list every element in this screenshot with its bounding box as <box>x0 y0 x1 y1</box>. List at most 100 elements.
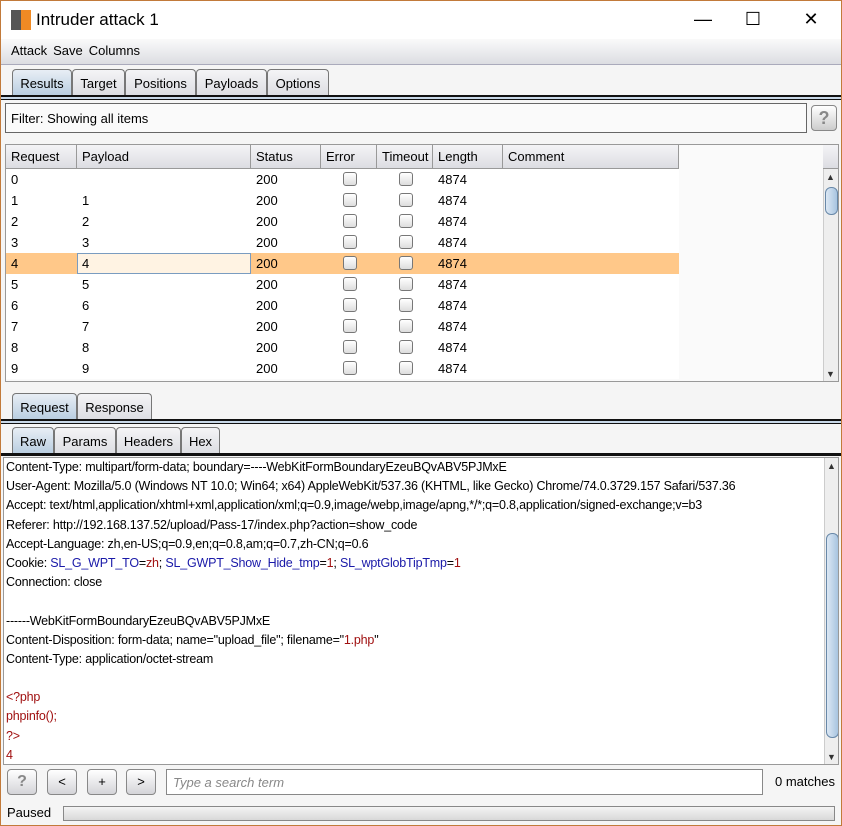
tab-params[interactable]: Params <box>54 427 116 454</box>
checkbox-error <box>343 277 357 291</box>
tab-target[interactable]: Target <box>72 69 125 96</box>
request-line: User-Agent: Mozilla/5.0 (Windows NT 10.0… <box>4 477 838 496</box>
table-row[interactable]: 5 5 200 4874 <box>6 274 679 295</box>
checkbox-timeout <box>399 214 413 228</box>
cell-request: 0 <box>11 172 19 187</box>
search-prev-button[interactable]: < <box>47 769 77 795</box>
table-row[interactable]: 8 8 200 4874 <box>6 337 679 358</box>
search-help-button[interactable]: ? <box>7 769 37 795</box>
tab-request[interactable]: Request <box>12 393 77 420</box>
cell-comment <box>503 253 679 274</box>
request-line: 4 <box>4 746 838 764</box>
tab-hex[interactable]: Hex <box>181 427 220 454</box>
col-comment[interactable]: Comment <box>503 145 679 169</box>
cell-payload <box>77 169 251 190</box>
cell-comment <box>503 316 679 337</box>
editor-scrollbar[interactable]: ▲ ▼ <box>824 458 838 764</box>
scroll-down-icon[interactable]: ▼ <box>827 752 836 762</box>
table-row[interactable]: 2 2 200 4874 <box>6 211 679 232</box>
table-corner <box>823 145 838 169</box>
tab-raw[interactable]: Raw <box>12 427 54 454</box>
tab-response[interactable]: Response <box>77 393 152 420</box>
maximize-button[interactable]: ☐ <box>738 9 768 30</box>
table-row[interactable]: 0 200 4874 <box>6 169 679 190</box>
request-line: phpinfo(); <box>4 707 838 726</box>
cell-payload: 4 <box>77 253 251 274</box>
col-error[interactable]: Error <box>321 145 377 169</box>
text-segment: User-Agent: Mozilla/5.0 (Windows NT 10.0… <box>6 479 736 494</box>
request-line: <?php <box>4 688 838 707</box>
tab-divider <box>1 95 841 100</box>
table-scrollbar[interactable]: ▲ ▼ <box>823 169 838 381</box>
cell-request: 6 <box>11 298 19 313</box>
cell-request: 9 <box>11 361 19 376</box>
menu-attack[interactable]: Attack <box>1 39 47 58</box>
cell-request: 4 <box>11 256 19 271</box>
checkbox-timeout <box>399 319 413 333</box>
checkbox-error <box>343 298 357 312</box>
cell-request: 7 <box>11 319 19 334</box>
request-text[interactable]: Content-Type: multipart/form-data; bound… <box>4 458 838 764</box>
tab-results[interactable]: Results <box>12 69 72 96</box>
search-next-button[interactable]: > <box>126 769 156 795</box>
scroll-up-icon[interactable]: ▲ <box>827 461 836 471</box>
scroll-down-icon[interactable]: ▼ <box>826 369 835 379</box>
tab-headers[interactable]: Headers <box>116 427 181 454</box>
scroll-thumb[interactable] <box>825 187 838 215</box>
scroll-up-icon[interactable]: ▲ <box>826 172 835 182</box>
cell-status: 200 <box>256 340 278 355</box>
table-row[interactable]: 4 4 200 4874 <box>6 253 679 274</box>
text-segment: 1.php <box>343 632 375 647</box>
cell-length: 4874 <box>438 361 467 376</box>
cell-payload: 8 <box>82 340 90 355</box>
cell-status: 200 <box>256 361 278 376</box>
menu-bar: Attack Save Columns <box>1 39 841 65</box>
table-row[interactable]: 3 3 200 4874 <box>6 232 679 253</box>
tab-options[interactable]: Options <box>267 69 329 96</box>
tab-payloads[interactable]: Payloads <box>196 69 267 96</box>
cell-payload: 7 <box>82 319 90 334</box>
request-line: Content-Type: application/octet-stream <box>4 650 838 669</box>
progress-bar <box>63 806 835 821</box>
checkbox-timeout <box>399 277 413 291</box>
text-segment: Content-Type: application/octet-stream <box>6 651 214 666</box>
cell-status: 200 <box>256 319 278 334</box>
col-timeout[interactable]: Timeout <box>377 145 433 169</box>
text-segment: SL_wptGlobTipTmp <box>339 555 447 570</box>
table-row[interactable]: 9 9 200 4874 <box>6 358 679 379</box>
search-input[interactable]: Type a search term <box>166 769 763 795</box>
col-length[interactable]: Length <box>433 145 503 169</box>
col-request[interactable]: Request ▲ <box>6 145 77 179</box>
checkbox-error <box>343 172 357 186</box>
checkbox-timeout <box>399 235 413 249</box>
raw-request-editor[interactable]: Content-Type: multipart/form-data; bound… <box>3 457 839 765</box>
minimize-button[interactable]: — <box>688 9 718 30</box>
cell-payload: 9 <box>82 361 90 376</box>
search-add-button[interactable]: + <box>87 769 117 795</box>
table-row[interactable]: 6 6 200 4874 <box>6 295 679 316</box>
filter-help-button[interactable]: ? <box>811 105 837 131</box>
text-segment: " <box>374 632 379 647</box>
checkbox-error <box>343 235 357 249</box>
cell-payload: 1 <box>82 193 90 208</box>
col-status[interactable]: Status <box>251 145 321 169</box>
table-row[interactable]: 1 1 200 4874 <box>6 190 679 211</box>
view-tab-divider <box>1 453 841 456</box>
view-tabs: Raw Params Headers Hex <box>1 427 841 454</box>
text-segment: Cookie: <box>6 555 51 570</box>
menu-columns[interactable]: Columns <box>83 39 140 58</box>
table-row[interactable]: 7 7 200 4874 <box>6 316 679 337</box>
cell-payload: 5 <box>82 277 90 292</box>
close-button[interactable]: ✕ <box>796 9 826 30</box>
scroll-thumb[interactable] <box>826 533 838 738</box>
col-request-label: Request <box>11 149 60 164</box>
text-segment: Accept-Language: zh,en-US;q=0.9,en;q=0.8… <box>6 536 369 551</box>
filter-bar[interactable]: Filter: Showing all items <box>5 103 807 133</box>
tab-positions[interactable]: Positions <box>125 69 196 96</box>
text-segment: SL_GWPT_Show_Hide_tmp <box>165 555 320 570</box>
menu-save[interactable]: Save <box>47 39 83 58</box>
checkbox-timeout <box>399 172 413 186</box>
checkbox-timeout <box>399 298 413 312</box>
request-line: Content-Disposition: form-data; name="up… <box>4 631 838 650</box>
col-payload[interactable]: Payload <box>77 145 251 169</box>
